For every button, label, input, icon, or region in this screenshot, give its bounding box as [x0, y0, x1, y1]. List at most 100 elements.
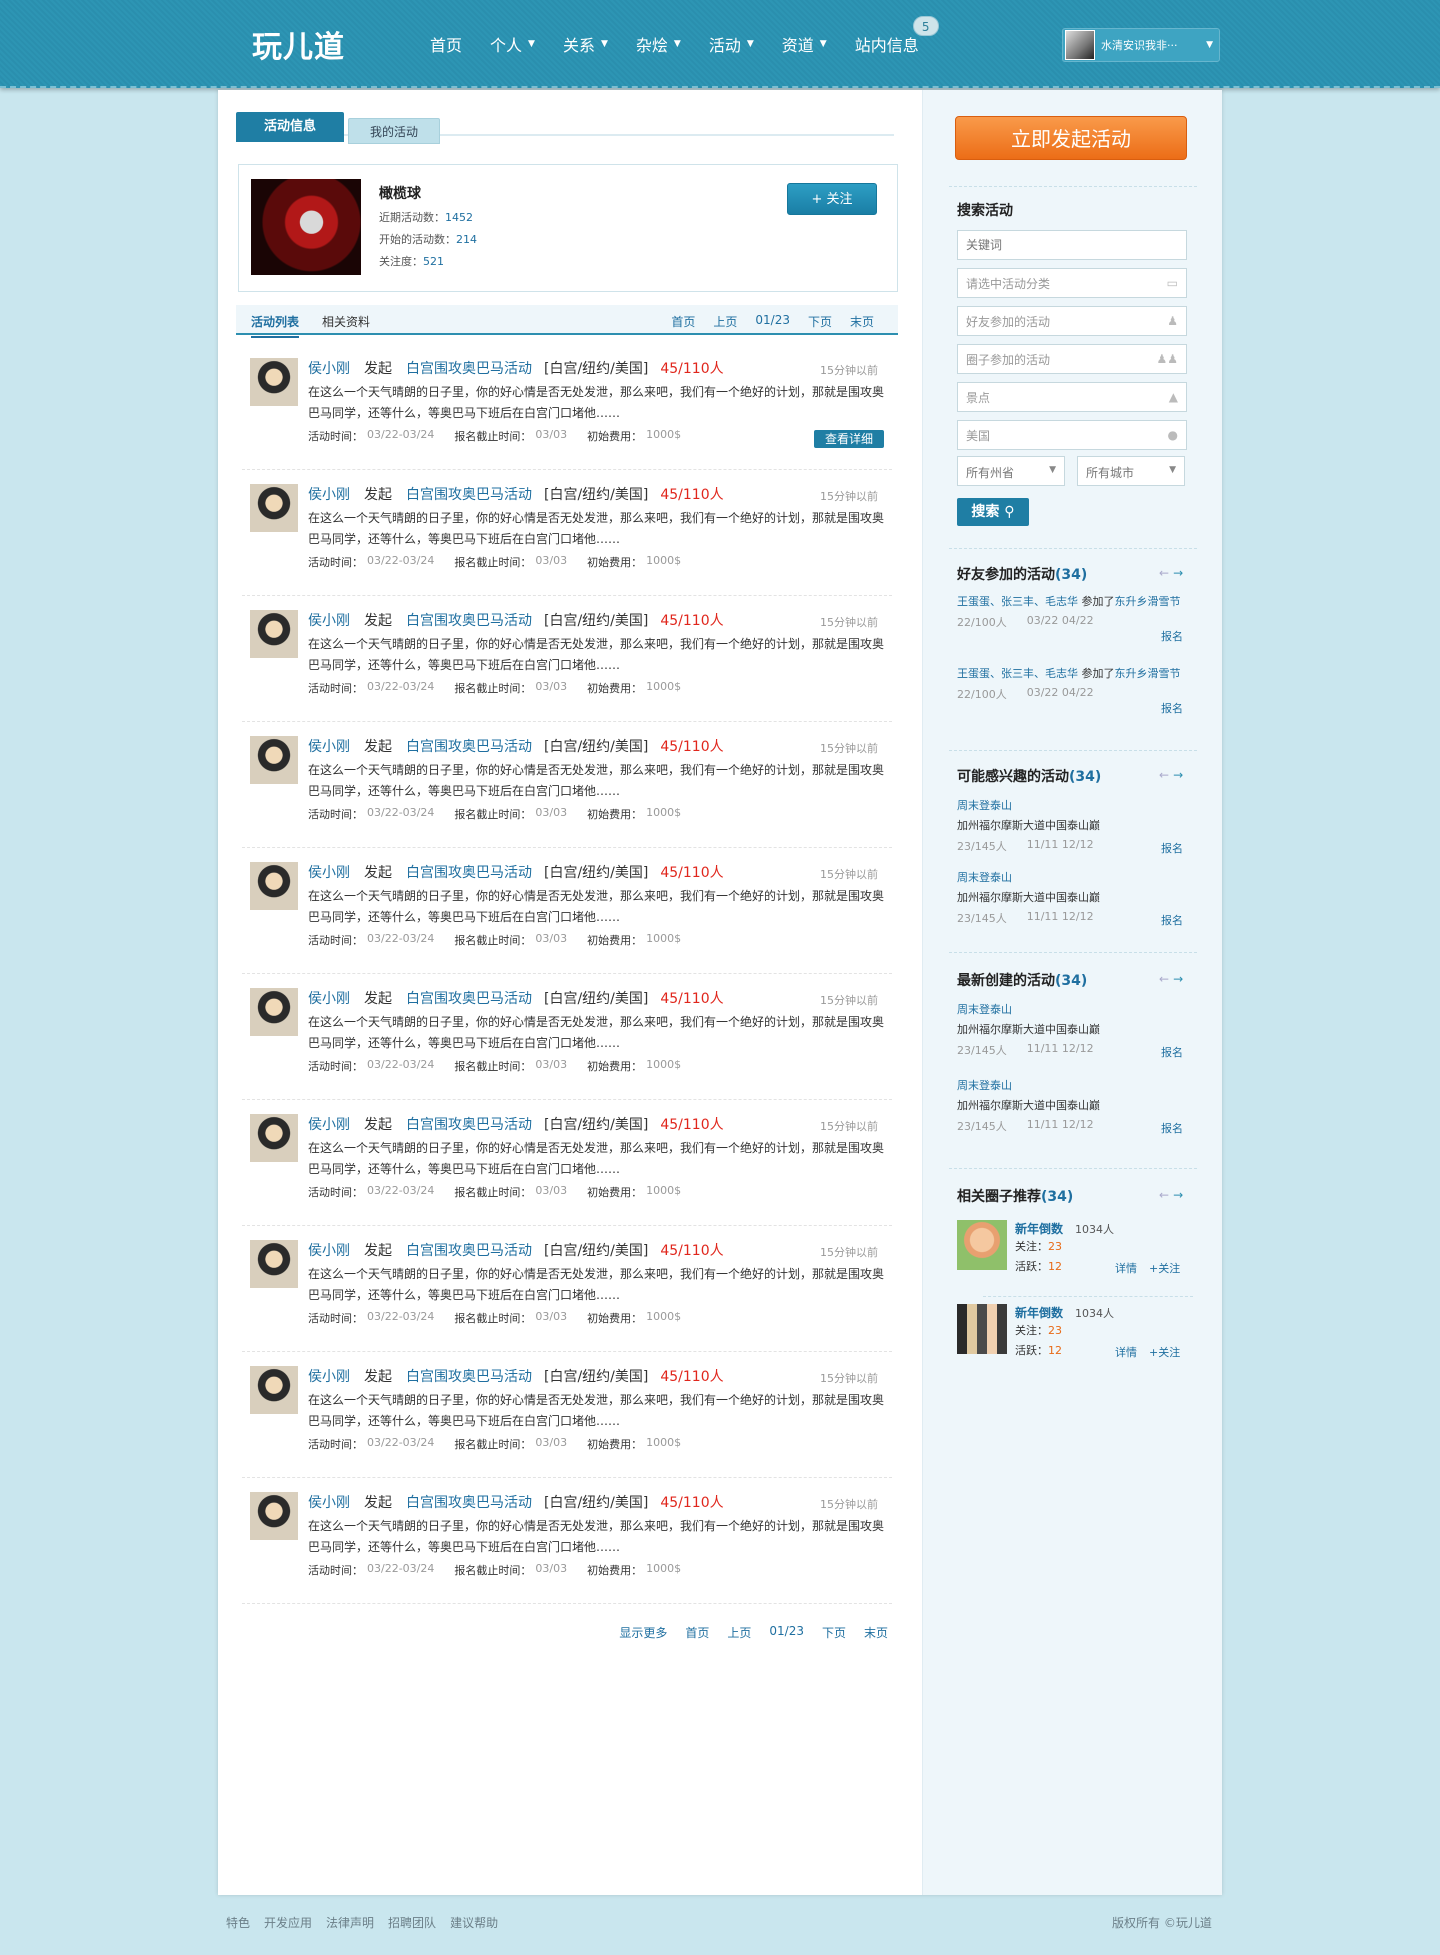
friends-nav-arrows[interactable]: ←→	[1159, 566, 1187, 580]
friend-activity-item[interactable]: 王蛋蛋、张三丰、毛志华 参加了东升乡滑雪节 22/100人 03/22 04/22…	[957, 592, 1187, 644]
friend-activity-item[interactable]: 王蛋蛋、张三丰、毛志华 参加了东升乡滑雪节 22/100人 03/22 04/22…	[957, 664, 1187, 716]
nav-activity[interactable]: 活动 ▼	[709, 32, 754, 56]
footer-link[interactable]: 招聘团队	[388, 1914, 436, 1931]
city-select[interactable]: 所有城市 ▼	[1077, 456, 1185, 486]
arrow-right-icon[interactable]: →	[1173, 1188, 1187, 1202]
activity-title[interactable]: 白宫围攻奥巴马活动	[406, 988, 532, 1008]
poster-avatar[interactable]	[250, 988, 298, 1036]
group-detail-link[interactable]: 详情	[1115, 1344, 1137, 1360]
poster-avatar[interactable]	[250, 1114, 298, 1162]
poster-avatar[interactable]	[250, 862, 298, 910]
friend-names[interactable]: 王蛋蛋、张三丰、毛志华	[957, 595, 1078, 608]
activity-title[interactable]: 白宫围攻奥巴马活动	[406, 484, 532, 504]
state-select[interactable]: 所有州省 ▼	[957, 456, 1065, 486]
poster-avatar[interactable]	[250, 358, 298, 406]
country-input[interactable]: 美国 ●	[957, 420, 1187, 450]
footer-link[interactable]: 建议帮助	[450, 1914, 498, 1931]
group-name[interactable]: 新年倒数	[1015, 1304, 1063, 1321]
activity-title[interactable]: 白宫围攻奥巴马活动	[406, 1114, 532, 1134]
activity-title[interactable]: 白宫围攻奥巴马活动	[406, 736, 532, 756]
footer-link[interactable]: 特色	[226, 1914, 250, 1931]
keyword-input[interactable]	[957, 230, 1187, 260]
poster-name[interactable]: 侯小刚	[308, 1492, 350, 1512]
friend-activity-name[interactable]: 东升乡滑雪节	[1115, 595, 1181, 608]
search-button[interactable]: 搜索 ⚲	[957, 498, 1029, 526]
poster-name[interactable]: 侯小刚	[308, 1114, 350, 1134]
poster-avatar[interactable]	[250, 1366, 298, 1414]
activity-name[interactable]: 周末登泰山	[957, 1000, 1187, 1020]
pager-prev[interactable]: 上页	[713, 313, 737, 330]
follow-button[interactable]: + 关注	[787, 183, 877, 215]
poster-name[interactable]: 侯小刚	[308, 1366, 350, 1386]
footer-link[interactable]: 法律声明	[326, 1914, 374, 1931]
activity-title[interactable]: 白宫围攻奥巴马活动	[406, 1492, 532, 1512]
nav-resources[interactable]: 资道 ▼	[782, 32, 827, 56]
user-menu[interactable]: 水清安识我非··· ▼	[1062, 28, 1220, 62]
join-link[interactable]: 报名	[1161, 628, 1183, 644]
activity-title[interactable]: 白宫围攻奥巴马活动	[406, 862, 532, 882]
nav-home[interactable]: 首页	[430, 32, 462, 56]
interest-nav-arrows[interactable]: ←→	[1159, 768, 1187, 782]
join-link[interactable]: 报名	[1161, 912, 1183, 928]
pager-first[interactable]: 首页	[671, 313, 695, 330]
group-activity-input[interactable]: 圈子参加的活动 ♟♟	[957, 344, 1187, 374]
tab-activity-list[interactable]: 活动列表	[251, 313, 300, 338]
poster-avatar[interactable]	[250, 484, 298, 532]
poster-name[interactable]: 侯小刚	[308, 1240, 350, 1260]
arrow-left-icon[interactable]: ←	[1159, 1188, 1173, 1202]
group-avatar[interactable]	[957, 1304, 1007, 1354]
poster-avatar[interactable]	[250, 1492, 298, 1540]
arrow-right-icon[interactable]: →	[1173, 972, 1187, 986]
poster-name[interactable]: 侯小刚	[308, 862, 350, 882]
scenic-input[interactable]: 景点 ▲	[957, 382, 1187, 412]
interest-activity-item[interactable]: 周末登泰山 加州福尔摩斯大道中国泰山巅 23/145人 11/11 12/12 报…	[957, 868, 1187, 928]
friend-activity-input[interactable]: 好友参加的活动 ♟	[957, 306, 1187, 336]
activity-title[interactable]: 白宫围攻奥巴马活动	[406, 610, 532, 630]
keyword-field[interactable]	[966, 238, 1156, 252]
friend-names[interactable]: 王蛋蛋、张三丰、毛志华	[957, 667, 1078, 680]
poster-name[interactable]: 侯小刚	[308, 358, 350, 378]
arrow-left-icon[interactable]: ←	[1159, 972, 1173, 986]
pager-next[interactable]: 下页	[808, 313, 832, 330]
newest-activity-item[interactable]: 周末登泰山 加州福尔摩斯大道中国泰山巅 23/145人 11/11 12/12 报…	[957, 1000, 1187, 1060]
activity-name[interactable]: 周末登泰山	[957, 796, 1187, 816]
poster-name[interactable]: 侯小刚	[308, 988, 350, 1008]
activity-title[interactable]: 白宫围攻奥巴马活动	[406, 1366, 532, 1386]
interest-activity-item[interactable]: 周末登泰山 加州福尔摩斯大道中国泰山巅 23/145人 11/11 12/12 报…	[957, 796, 1187, 856]
poster-avatar[interactable]	[250, 610, 298, 658]
nav-relations[interactable]: 关系 ▼	[563, 32, 608, 56]
join-link[interactable]: 报名	[1161, 1120, 1183, 1136]
arrow-left-icon[interactable]: ←	[1159, 566, 1173, 580]
friend-activity-name[interactable]: 东升乡滑雪节	[1115, 667, 1181, 680]
group-follow-link[interactable]: +关注	[1149, 1344, 1180, 1360]
group-name[interactable]: 新年倒数	[1015, 1220, 1063, 1237]
launch-activity-button[interactable]: 立即发起活动	[955, 116, 1187, 160]
site-logo[interactable]: 玩儿道	[252, 22, 345, 66]
nav-personal[interactable]: 个人 ▼	[490, 32, 535, 56]
poster-avatar[interactable]	[250, 1240, 298, 1288]
activity-name[interactable]: 周末登泰山	[957, 868, 1187, 888]
arrow-right-icon[interactable]: →	[1173, 566, 1187, 580]
poster-name[interactable]: 侯小刚	[308, 736, 350, 756]
category-select[interactable]: 请选中活动分类 ▭	[957, 268, 1187, 298]
poster-avatar[interactable]	[250, 736, 298, 784]
join-link[interactable]: 报名	[1161, 840, 1183, 856]
groups-nav-arrows[interactable]: ←→	[1159, 1188, 1187, 1202]
arrow-right-icon[interactable]: →	[1173, 768, 1187, 782]
join-link[interactable]: 报名	[1161, 700, 1183, 716]
arrow-left-icon[interactable]: ←	[1159, 768, 1173, 782]
group-detail-link[interactable]: 详情	[1115, 1260, 1137, 1276]
group-follow-link[interactable]: +关注	[1149, 1260, 1180, 1276]
pager-last[interactable]: 末页	[850, 313, 874, 330]
nav-messages[interactable]: 站内信息 5	[855, 16, 939, 56]
activity-title[interactable]: 白宫围攻奥巴马活动	[406, 358, 532, 378]
poster-name[interactable]: 侯小刚	[308, 484, 350, 504]
pager-prev[interactable]: 上页	[727, 1624, 751, 1641]
activity-title[interactable]: 白宫围攻奥巴马活动	[406, 1240, 532, 1260]
tab-my-activity[interactable]: 我的活动	[348, 118, 440, 144]
pager-first[interactable]: 首页	[685, 1624, 709, 1641]
newest-activity-item[interactable]: 周末登泰山 加州福尔摩斯大道中国泰山巅 23/145人 11/11 12/12 报…	[957, 1076, 1187, 1136]
footer-link[interactable]: 开发应用	[264, 1914, 312, 1931]
show-more-link[interactable]: 显示更多	[619, 1624, 667, 1641]
pager-last[interactable]: 末页	[864, 1624, 888, 1641]
